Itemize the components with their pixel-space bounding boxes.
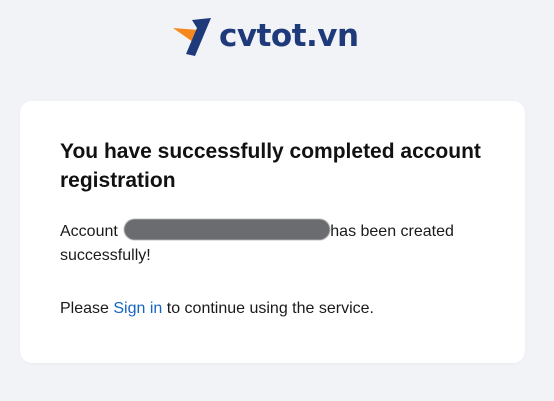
account-created-message: Account has been created successfully! <box>60 219 500 268</box>
signin-after: to continue using the service. <box>166 300 374 317</box>
signin-prompt: Please Sign in to continue using the ser… <box>60 297 500 321</box>
registration-success-card: You have successfully completed account … <box>20 101 525 363</box>
redacted-account-name <box>124 219 331 240</box>
brand-logo[interactable]: cvtot.vn <box>171 14 359 58</box>
signin-link[interactable]: Sign in <box>113 300 162 317</box>
page-title: You have successfully completed account … <box>60 140 481 192</box>
brand-name: cvtot.vn <box>219 18 359 54</box>
account-prefix: Account <box>60 223 118 240</box>
cvtot-logo-icon <box>173 18 211 56</box>
signin-before: Please <box>60 300 109 317</box>
